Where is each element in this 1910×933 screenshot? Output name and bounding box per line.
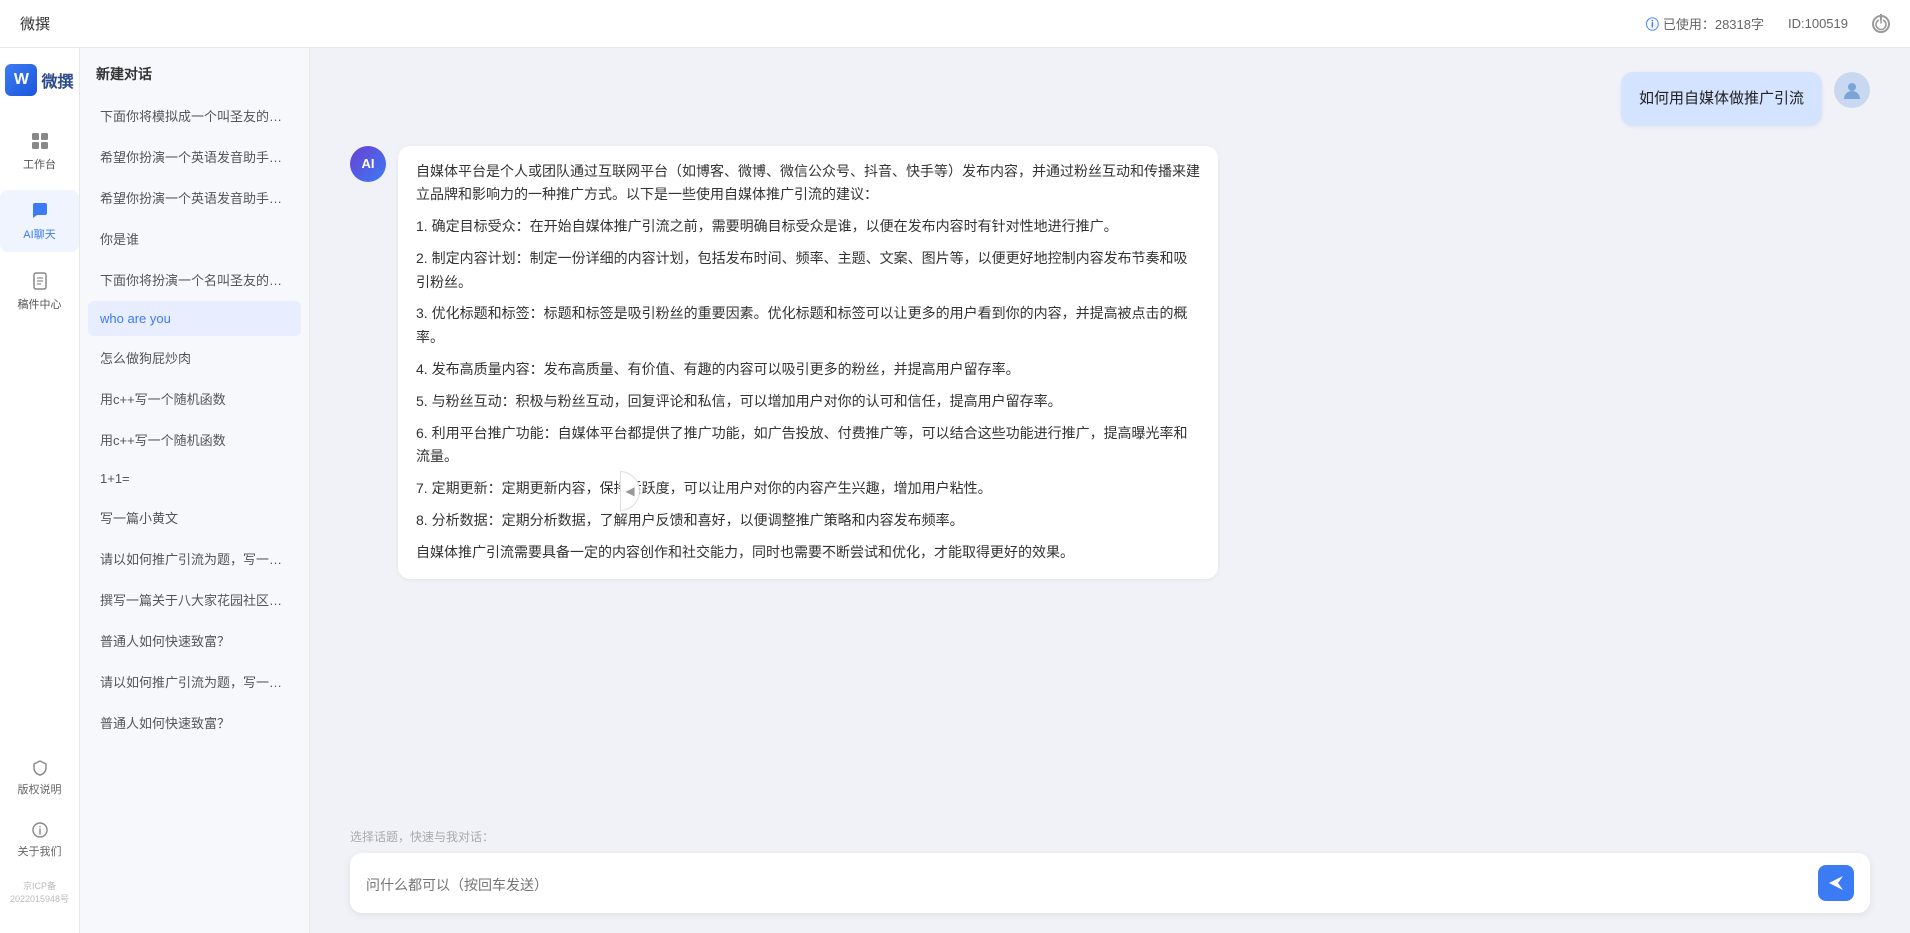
grid-icon: [29, 130, 51, 152]
doc-icon: [29, 270, 51, 292]
sidebar-item-ai-chat[interactable]: AI聊天: [0, 190, 79, 252]
list-item[interactable]: 普通人如何快速致富？: [88, 703, 301, 742]
ai-avatar: AI: [350, 146, 386, 182]
drafts-label: 稿件中心: [18, 296, 62, 312]
topbar: 微撰 ⓘ 已使用：28318字 ID:100519: [0, 0, 1910, 48]
message-paragraph: 3. 优化标题和标签：标题和标签是吸引粉丝的重要因素。优化标题和标签可以让更多的…: [416, 302, 1200, 350]
list-item[interactable]: 请以如何推广引流为题，写一篇大纲: [88, 662, 301, 701]
message-paragraph: 自媒体平台是个人或团队通过互联网平台（如博客、微博、微信公众号、抖音、快手等）发…: [416, 160, 1200, 208]
nav-bottom: 版权说明 关于我们 京ICP备2022015948号: [0, 751, 79, 917]
list-item[interactable]: 下面你将模拟成一个叫圣友的程序员，我说...: [88, 96, 301, 135]
sidebar-item-about[interactable]: 关于我们: [14, 813, 66, 867]
list-item[interactable]: 用c++写一个随机函数: [88, 420, 301, 459]
message-paragraph: 自媒体推广引流需要具备一定的内容创作和社交能力，同时也需要不断尝试和优化，才能取…: [416, 541, 1200, 565]
avatar: [1834, 72, 1870, 108]
logo-text: 微撰: [41, 68, 73, 92]
chat-area: 如何用自媒体做推广引流 AI 自媒体平台是个人或团队通过互联网平台（如博客、微博…: [310, 48, 1910, 933]
chat-input-area: 选择话题，快速与我对话：: [310, 828, 1910, 933]
logo-area: W 微撰: [5, 64, 73, 96]
sidebar-item-drafts[interactable]: 稿件中心: [0, 260, 79, 322]
icp-text: 京ICP备2022015948号: [0, 875, 79, 909]
about-label: 关于我们: [18, 843, 62, 859]
topbar-title: 微撰: [20, 13, 50, 34]
message-paragraph: 6. 利用平台推广功能：自媒体平台都提供了推广功能，如广告投放、付费推广等，可以…: [416, 422, 1200, 470]
topbar-right: ⓘ 已使用：28318字 ID:100519: [1646, 14, 1890, 33]
nav-items: 工作台 AI聊天 稿件: [0, 120, 79, 751]
list-item[interactable]: 请以如何推广引流为题，写一篇大纲: [88, 539, 301, 578]
info-circle-icon: [31, 821, 49, 839]
usage-text: 已使用：28318字: [1663, 14, 1764, 33]
list-item[interactable]: 普通人如何快速致富？: [88, 621, 301, 660]
list-item[interactable]: 下面你将扮演一个名叫圣友的医生: [88, 260, 301, 299]
message-paragraph: 5. 与粉丝互动：积极与粉丝互动，回复评论和私信，可以增加用户对你的认可和信任，…: [416, 390, 1200, 414]
user-bubble: 如何用自媒体做推广引流: [1621, 72, 1822, 126]
topbar-usage: ⓘ 已使用：28318字: [1646, 14, 1764, 33]
topbar-id: ID:100519: [1788, 16, 1848, 31]
quick-topic-label: 选择话题，快速与我对话：: [350, 828, 1870, 845]
sidebar-item-workbench[interactable]: 工作台: [0, 120, 79, 182]
send-button[interactable]: [1818, 865, 1854, 901]
list-item[interactable]: 你是谁: [88, 219, 301, 258]
new-conversation-button[interactable]: 新建对话: [80, 48, 309, 96]
send-icon: [1827, 874, 1845, 892]
ai-chat-label: AI聊天: [23, 226, 55, 242]
left-nav: W 微撰 工作台: [0, 48, 80, 933]
list-item[interactable]: 希望你扮演一个英语发音助手，我提供给你...: [88, 137, 301, 176]
shield-icon: [31, 759, 49, 777]
list-item[interactable]: 写一篇小黄文: [88, 498, 301, 537]
message-paragraph: 2. 制定内容计划：制定一份详细的内容计划，包括发布时间、频率、主题、文案、图片…: [416, 247, 1200, 295]
input-box: [350, 853, 1870, 913]
conversation-items: 下面你将模拟成一个叫圣友的程序员，我说...希望你扮演一个英语发音助手，我提供给…: [80, 96, 309, 933]
conversation-list: 新建对话 下面你将模拟成一个叫圣友的程序员，我说...希望你扮演一个英语发音助手…: [80, 48, 310, 933]
ai-message: AI 自媒体平台是个人或团队通过互联网平台（如博客、微博、微信公众号、抖音、快手…: [350, 146, 1870, 579]
list-item[interactable]: 怎么做狗屁炒肉: [88, 338, 301, 377]
message-paragraph: 4. 发布高质量内容：发布高质量、有价值、有趣的内容可以吸引更多的粉丝，并提高用…: [416, 358, 1200, 382]
list-item[interactable]: who are you: [88, 301, 301, 336]
workbench-label: 工作台: [23, 156, 56, 172]
chat-icon: [29, 200, 51, 222]
chat-messages: 如何用自媒体做推广引流 AI 自媒体平台是个人或团队通过互联网平台（如博客、微博…: [310, 48, 1910, 828]
ai-bubble: 自媒体平台是个人或团队通过互联网平台（如博客、微博、微信公众号、抖音、快手等）发…: [398, 146, 1218, 579]
sidebar-item-copyright[interactable]: 版权说明: [14, 751, 66, 805]
message-input[interactable]: [366, 875, 1818, 891]
logo-icon: W: [5, 64, 37, 96]
message-paragraph: 7. 定期更新：定期更新内容，保持活跃度，可以让用户对你的内容产生兴趣，增加用户…: [416, 477, 1200, 501]
message-paragraph: 8. 分析数据：定期分析数据，了解用户反馈和喜好，以便调整推广策略和内容发布频率…: [416, 509, 1200, 533]
list-item[interactable]: 1+1=: [88, 461, 301, 496]
info-icon: ⓘ: [1646, 14, 1659, 33]
list-item[interactable]: 希望你扮演一个英语发音助手，我提供给你...: [88, 178, 301, 217]
list-item[interactable]: 撰写一篇关于八大家花园社区一刻钟便民生...: [88, 580, 301, 619]
power-button[interactable]: [1872, 15, 1890, 33]
list-item[interactable]: 用c++写一个随机函数: [88, 379, 301, 418]
user-message: 如何用自媒体做推广引流: [350, 72, 1870, 126]
copyright-label: 版权说明: [18, 781, 62, 797]
message-paragraph: 1. 确定目标受众：在开始自媒体推广引流之前，需要明确目标受众是谁，以便在发布内…: [416, 215, 1200, 239]
main-layout: W 微撰 工作台: [0, 48, 1910, 933]
